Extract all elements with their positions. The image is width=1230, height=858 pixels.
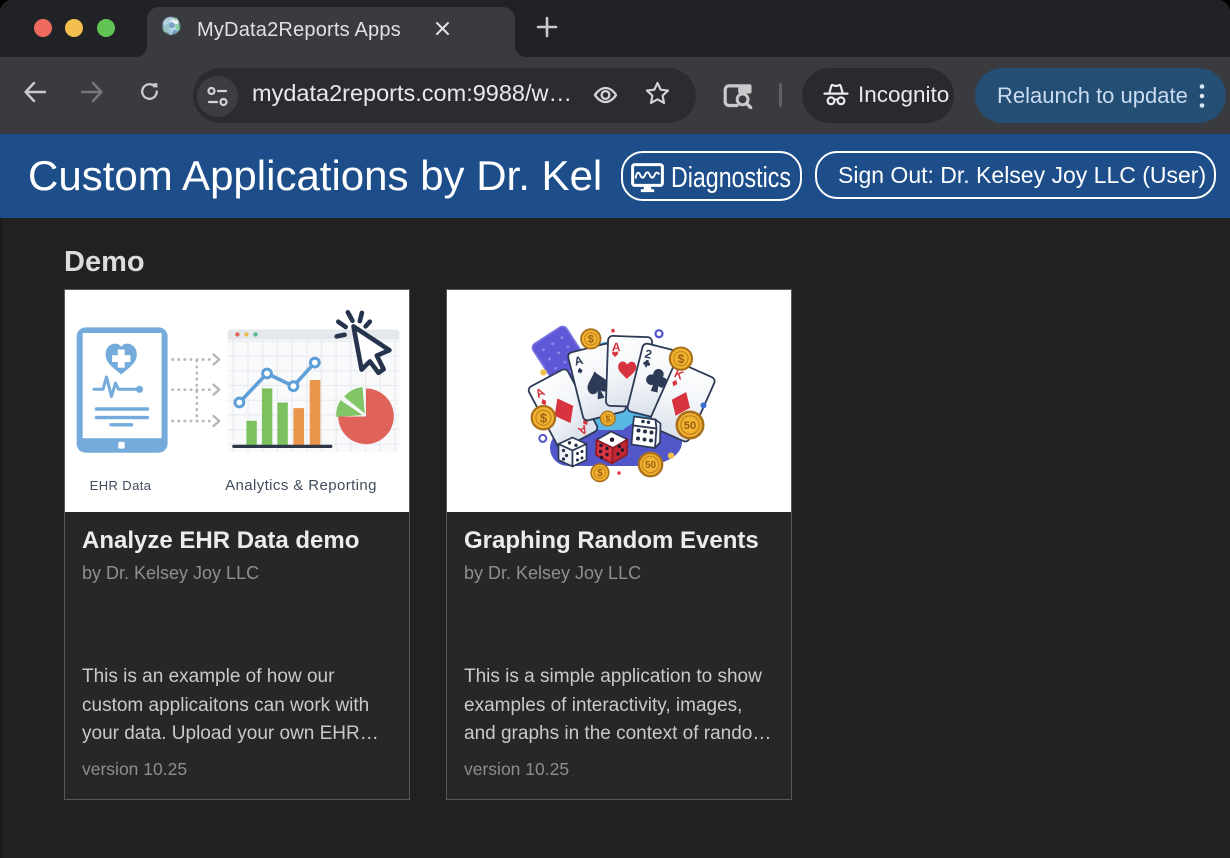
svg-text:EHR Data: EHR Data <box>90 478 152 493</box>
svg-text:Analytics & Reporting: Analytics & Reporting <box>225 477 377 494</box>
